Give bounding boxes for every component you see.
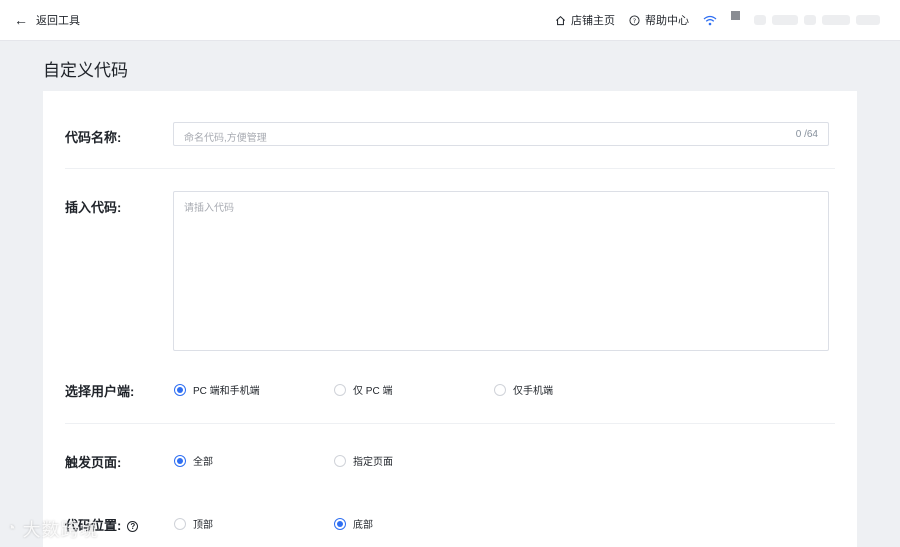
page-title: 自定义代码: [43, 61, 128, 80]
insert-code-label: 插入代码:: [65, 200, 122, 215]
trigger-page-label: 触发页面:: [65, 455, 122, 470]
radio-bottom[interactable]: 底部: [334, 516, 373, 531]
insert-code-textarea[interactable]: 请插入代码: [173, 191, 829, 351]
radio-mobile-only[interactable]: 仅手机端: [494, 382, 553, 397]
top-nav: 店铺主页 ? 帮助中心: [555, 10, 880, 28]
watermark-logo-icon: ◔: [6, 520, 17, 537]
radio-checked-icon: [174, 454, 186, 467]
radio-label: 仅手机端: [513, 386, 553, 397]
radio-checked-icon: [334, 517, 346, 530]
top-bar: ← 返回工具 店铺主页 ? 帮助中心: [0, 0, 900, 41]
wifi-icon: [703, 15, 717, 25]
blurred-info: [772, 15, 798, 25]
radio-label: 指定页面: [353, 457, 393, 468]
store-home-label: 店铺主页: [571, 15, 615, 27]
arrow-left-icon: ←: [14, 12, 28, 28]
help-center-label: 帮助中心: [645, 15, 689, 27]
radio-unchecked-icon: [334, 454, 346, 467]
help-center-link[interactable]: ? 帮助中心: [629, 12, 689, 28]
svg-text:?: ?: [633, 16, 636, 24]
blurred-info: [754, 15, 766, 25]
radio-specific-pages[interactable]: 指定页面: [334, 453, 393, 468]
code-name-label: 代码名称:: [65, 130, 122, 145]
radio-pc-only[interactable]: 仅 PC 端: [334, 382, 392, 397]
blurred-info: [856, 15, 880, 25]
radio-all-pages[interactable]: 全部: [174, 453, 213, 468]
radio-label: PC 端和手机端: [193, 386, 260, 397]
store-home-link[interactable]: 店铺主页: [555, 12, 615, 28]
form-card: 代码名称: 命名代码,方便管理 0 /64 插入代码: 请插入代码 选择用户端:…: [43, 91, 857, 547]
insert-code-placeholder: 请插入代码: [184, 203, 234, 214]
code-name-input[interactable]: 命名代码,方便管理 0 /64: [173, 122, 829, 146]
radio-unchecked-icon: [334, 383, 346, 396]
divider: [65, 423, 835, 424]
blurred-info: [822, 15, 850, 25]
radio-label: 全部: [193, 457, 213, 468]
radio-label: 底部: [353, 520, 373, 531]
radio-checked-icon: [174, 383, 186, 396]
client-select-label: 选择用户端:: [65, 384, 135, 399]
home-icon: [556, 15, 565, 25]
radio-pc-and-mobile[interactable]: PC 端和手机端: [174, 382, 260, 397]
radio-label: 仅 PC 端: [353, 386, 393, 397]
radio-label: 顶部: [193, 520, 213, 531]
avatar: [731, 10, 740, 20]
radio-unchecked-icon: [174, 517, 186, 530]
back-button[interactable]: ← 返回工具: [14, 12, 80, 28]
divider: [65, 168, 835, 169]
radio-top[interactable]: 顶部: [174, 516, 213, 531]
help-circle-icon: ?: [629, 14, 640, 26]
blurred-info: [804, 15, 816, 25]
user-menu[interactable]: [731, 10, 880, 25]
char-count: 0 /64: [795, 129, 818, 140]
help-icon[interactable]: ?: [127, 521, 139, 532]
watermark: ◔ 大数跨境: [6, 516, 99, 542]
back-label: 返回工具: [36, 15, 80, 27]
radio-unchecked-icon: [494, 383, 506, 396]
watermark-text: 大数跨境: [22, 520, 99, 540]
code-name-placeholder: 命名代码,方便管理: [184, 133, 267, 144]
